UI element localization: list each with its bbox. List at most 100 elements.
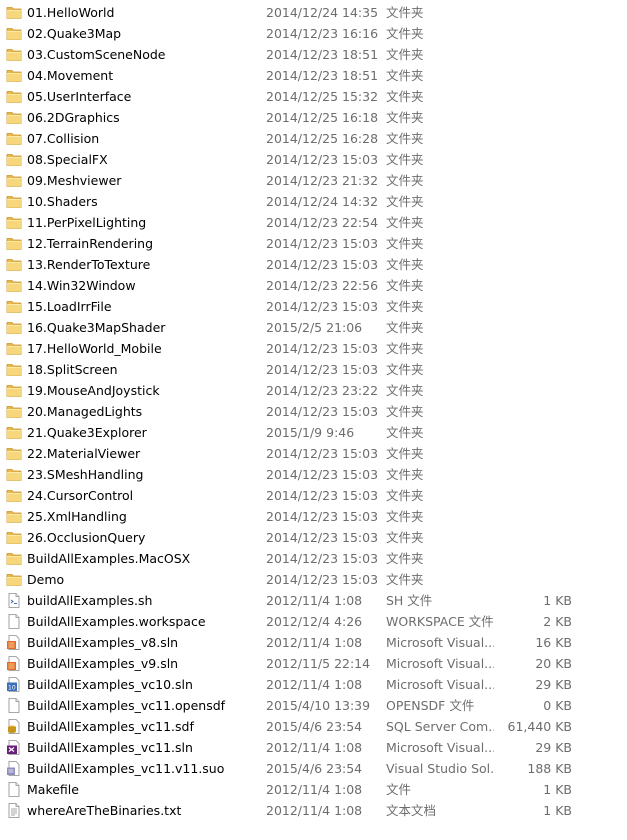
folder-icon [6, 236, 22, 251]
folder-icon [6, 404, 22, 419]
file-row[interactable]: 13.RenderToTexture 2014/12/23 15:03 文件夹 [0, 254, 627, 275]
file-type: 文件夹 [386, 488, 424, 503]
file-row[interactable]: BuildAllExamples_vc11.opensdf 2015/4/10 1… [0, 695, 627, 716]
file-row[interactable]: 05.UserInterface 2014/12/25 15:32 文件夹 [0, 86, 627, 107]
file-date: 2012/12/4 4:26 [266, 614, 363, 629]
file-date: 2014/12/25 16:28 [266, 131, 379, 146]
file-row[interactable]: 18.SplitScreen 2014/12/23 15:03 文件夹 [0, 359, 627, 380]
file-name: Demo [27, 572, 65, 587]
file-row[interactable]: BuildAllExamples.workspace 2012/12/4 4:26… [0, 611, 627, 632]
folder-icon [6, 257, 22, 272]
blank-file-icon [6, 614, 22, 629]
file-row[interactable]: 22.MaterialViewer 2014/12/23 15:03 文件夹 [0, 443, 627, 464]
file-row[interactable]: 10 BuildAllExamples_vc10.sln 2012/11/4 1:0… [0, 674, 627, 695]
file-row[interactable]: BuildAllExamples_vc11.sln 2012/11/4 1:08 M… [0, 737, 627, 758]
file-date: 2014/12/23 22:54 [266, 215, 379, 230]
file-name: 20.ManagedLights [27, 404, 143, 419]
file-name: 25.XmlHandling [27, 509, 127, 524]
file-name: BuildAllExamples_vc11.sln [27, 740, 193, 755]
file-name: BuildAllExamples_vc11.opensdf [27, 698, 226, 713]
file-type: 文件夹 [386, 152, 424, 167]
file-row[interactable]: 23.SMeshHandling 2014/12/23 15:03 文件夹 [0, 464, 627, 485]
file-date: 2012/11/4 1:08 [266, 803, 363, 818]
file-type: 文件夹 [386, 341, 424, 356]
file-row[interactable]: 06.2DGraphics 2014/12/25 16:18 文件夹 [0, 107, 627, 128]
folder-icon [6, 383, 22, 398]
file-name: BuildAllExamples_vc11.v11.suo [27, 761, 225, 776]
file-type: 文件夹 [386, 47, 424, 62]
file-type: 文件 [386, 782, 412, 797]
vs-solution-icon [6, 656, 22, 671]
sql-compact-db-icon [6, 719, 22, 734]
file-name: 19.MouseAndJoystick [27, 383, 160, 398]
file-row[interactable]: 09.Meshviewer 2014/12/23 21:32 文件夹 [0, 170, 627, 191]
file-row[interactable]: 12.TerrainRendering 2014/12/23 15:03 文件夹 [0, 233, 627, 254]
folder-icon [6, 341, 22, 356]
file-row[interactable]: 07.Collision 2014/12/25 16:28 文件夹 [0, 128, 627, 149]
blank-file-icon [6, 782, 22, 797]
file-size: 61,440 KB [507, 719, 572, 734]
file-name: 15.LoadIrrFile [27, 299, 112, 314]
file-date: 2012/11/4 1:08 [266, 782, 363, 797]
file-date: 2012/11/4 1:08 [266, 677, 363, 692]
file-row[interactable]: Demo 2014/12/23 15:03 文件夹 [0, 569, 627, 590]
file-row[interactable]: 08.SpecialFX 2014/12/23 15:03 文件夹 [0, 149, 627, 170]
folder-icon [6, 446, 22, 461]
file-row[interactable]: BuildAllExamples.MacOSX 2014/12/23 15:03 文… [0, 548, 627, 569]
file-date: 2014/12/23 15:03 [266, 467, 379, 482]
file-row[interactable]: 26.OcclusionQuery 2014/12/23 15:03 文件夹 [0, 527, 627, 548]
file-name: 08.SpecialFX [27, 152, 108, 167]
file-date: 2014/12/23 18:51 [266, 68, 379, 83]
file-name: 02.Quake3Map [27, 26, 122, 41]
file-row[interactable]: 14.Win32Window 2014/12/23 22:56 文件夹 [0, 275, 627, 296]
file-name: 05.UserInterface [27, 89, 132, 104]
file-date: 2014/12/23 15:03 [266, 446, 379, 461]
file-row[interactable]: 16.Quake3MapShader 2015/2/5 21:06 文件夹 [0, 317, 627, 338]
file-date: 2012/11/4 1:08 [266, 593, 363, 608]
file-date: 2014/12/23 15:03 [266, 488, 379, 503]
file-row[interactable]: buildAllExamples.sh 2012/11/4 1:08 SH 文件 1 … [0, 590, 627, 611]
file-date: 2015/2/5 21:06 [266, 320, 363, 335]
file-size: 20 KB [535, 656, 572, 671]
folder-icon [6, 110, 22, 125]
file-row[interactable]: 04.Movement 2014/12/23 18:51 文件夹 [0, 65, 627, 86]
vs11-solution-icon [6, 740, 22, 755]
folder-icon [6, 5, 22, 20]
folder-icon [6, 131, 22, 146]
file-row[interactable]: 02.Quake3Map 2014/12/23 16:16 文件夹 [0, 23, 627, 44]
file-row[interactable]: 15.LoadIrrFile 2014/12/23 15:03 文件夹 [0, 296, 627, 317]
folder-icon [6, 320, 22, 335]
file-row[interactable]: BuildAllExamples_vc11.sdf 2015/4/6 23:54 S… [0, 716, 627, 737]
file-row[interactable]: BuildAllExamples_v8.sln 2012/11/4 1:08 Mic… [0, 632, 627, 653]
file-row[interactable]: 24.CursorControl 2014/12/23 15:03 文件夹 [0, 485, 627, 506]
file-date: 2014/12/23 15:03 [266, 362, 379, 377]
file-row[interactable]: 19.MouseAndJoystick 2014/12/23 23:22 文件夹 [0, 380, 627, 401]
file-row[interactable]: 20.ManagedLights 2014/12/23 15:03 文件夹 [0, 401, 627, 422]
file-type: 文件夹 [386, 278, 424, 293]
file-size: 1 KB [543, 782, 572, 797]
file-row[interactable]: 17.HelloWorld_Mobile 2014/12/23 15:03 文件夹 [0, 338, 627, 359]
file-row[interactable]: BuildAllExamples_v9.sln 2012/11/5 22:14 Mi… [0, 653, 627, 674]
file-row[interactable]: 11.PerPixelLighting 2014/12/23 22:54 文件夹 [0, 212, 627, 233]
file-row[interactable]: BuildAllExamples_vc11.v11.suo 2015/4/6 23… [0, 758, 627, 779]
file-row[interactable]: 03.CustomSceneNode 2014/12/23 18:51 文件夹 [0, 44, 627, 65]
file-row[interactable]: 10.Shaders 2014/12/24 14:32 文件夹 [0, 191, 627, 212]
file-row[interactable]: 21.Quake3Explorer 2015/1/9 9:46 文件夹 [0, 422, 627, 443]
folder-icon [6, 425, 22, 440]
file-date: 2012/11/4 1:08 [266, 740, 363, 755]
file-row[interactable]: 01.HelloWorld 2014/12/24 14:35 文件夹 [0, 2, 627, 23]
file-name: BuildAllExamples_vc11.sdf [27, 719, 194, 734]
file-row[interactable]: whereAreTheBinaries.txt 2012/11/4 1:08 文本文… [0, 800, 627, 821]
file-type: 文件夹 [386, 26, 424, 41]
file-type: 文件夹 [386, 362, 424, 377]
blank-file-icon [6, 698, 22, 713]
file-type: OPENSDF 文件 [386, 698, 475, 713]
file-row[interactable]: Makefile 2012/11/4 1:08 文件 1 KB [0, 779, 627, 800]
file-row[interactable]: 25.XmlHandling 2014/12/23 15:03 文件夹 [0, 506, 627, 527]
file-name: BuildAllExamples.workspace [27, 614, 206, 629]
folder-icon [6, 551, 22, 566]
folder-icon [6, 194, 22, 209]
file-name: 18.SplitScreen [27, 362, 118, 377]
file-name: 03.CustomSceneNode [27, 47, 166, 62]
file-date: 2014/12/23 16:16 [266, 26, 379, 41]
